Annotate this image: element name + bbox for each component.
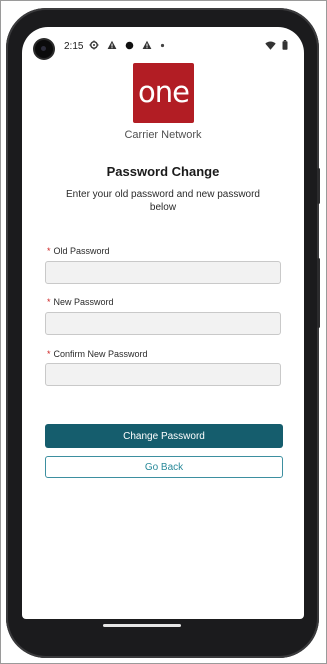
- battery-icon: [282, 40, 288, 50]
- record-dot-icon: [125, 41, 134, 49]
- page-title: Password Change: [106, 164, 220, 179]
- confirm-password-label: * Confirm New Password: [47, 349, 148, 359]
- status-time: 2:15: [64, 41, 84, 52]
- one-logo: one: [133, 63, 194, 123]
- new-password-label: * New Password: [47, 297, 114, 307]
- required-marker: *: [47, 246, 51, 256]
- go-back-button[interactable]: Go Back: [45, 456, 283, 478]
- new-password-input[interactable]: [45, 312, 281, 335]
- logo-text: one: [138, 74, 190, 109]
- required-marker: *: [47, 349, 51, 359]
- front-camera: [35, 40, 53, 58]
- brand-subtitle: Carrier Network: [124, 129, 202, 141]
- small-dot-icon: [160, 43, 165, 47]
- home-indicator[interactable]: [103, 624, 181, 627]
- confirm-password-input[interactable]: [45, 363, 281, 386]
- confirm-password-label-text: Confirm New Password: [53, 349, 148, 359]
- old-password-input[interactable]: [45, 261, 281, 284]
- status-icons-right: [265, 40, 288, 50]
- power-button: [317, 168, 320, 204]
- page-subtitle: Enter your old password and new password…: [66, 189, 260, 213]
- wifi-icon: [265, 41, 276, 50]
- old-password-label: * Old Password: [47, 246, 110, 256]
- status-icons-left: [89, 40, 165, 50]
- settings-icon: [89, 40, 99, 50]
- old-password-label-text: Old Password: [53, 246, 110, 256]
- required-marker: *: [47, 297, 51, 307]
- change-password-button[interactable]: Change Password: [45, 424, 283, 448]
- warning-icon: [142, 40, 152, 49]
- warning-icon: [107, 40, 117, 49]
- volume-button: [317, 258, 320, 328]
- phone-screen: 2:15 one Carrier Network Password Change…: [22, 27, 304, 619]
- new-password-label-text: New Password: [53, 297, 114, 307]
